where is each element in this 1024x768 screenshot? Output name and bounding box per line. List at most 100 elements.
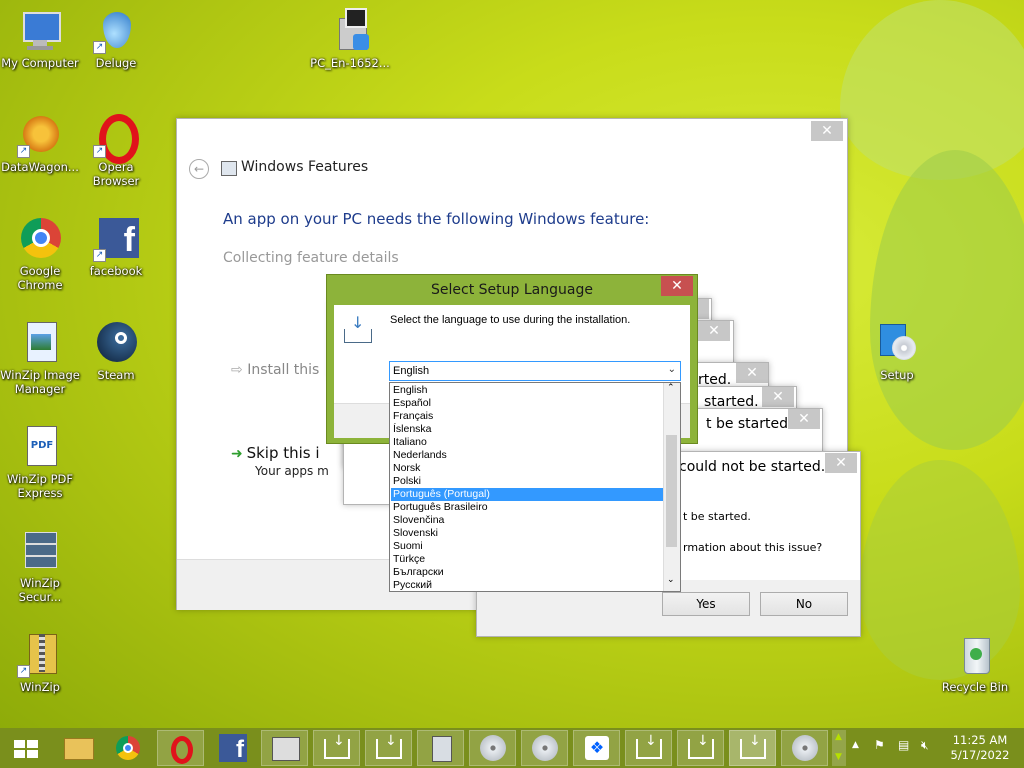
language-option[interactable]: Slovenčina: [391, 514, 665, 527]
opera-icon: ↗: [93, 112, 139, 164]
language-option[interactable]: Español: [391, 397, 665, 410]
taskbar-setup-2[interactable]: ↓: [365, 730, 412, 766]
language-option[interactable]: Türkçe: [391, 553, 665, 566]
taskbar-disc-2[interactable]: [521, 730, 568, 766]
desktop-icon-label: Google Chrome: [17, 264, 63, 292]
clock[interactable]: 11:25 AM 5/17/2022: [944, 733, 1016, 763]
taskbar-opera[interactable]: [157, 730, 204, 766]
language-option[interactable]: Norsk: [391, 462, 665, 475]
back-arrow-icon[interactable]: ←: [189, 159, 209, 179]
language-option[interactable]: Български: [391, 566, 665, 579]
windows-logo-icon: [14, 740, 38, 758]
desktop-icon-deluge[interactable]: ↗ Deluge: [76, 8, 156, 70]
close-button[interactable]: ✕: [762, 387, 794, 407]
download-icon: ↓: [344, 315, 372, 343]
language-option[interactable]: Português (Portugal): [391, 488, 665, 501]
volume-muted-icon[interactable]: 🔇︎: [921, 738, 937, 752]
scroll-up-icon[interactable]: ⌃: [667, 383, 675, 393]
desktop-icon-pc-en[interactable]: PC_En-1652...: [310, 8, 390, 70]
taskbar-chrome[interactable]: [105, 730, 152, 766]
language-option[interactable]: Slovenski: [391, 527, 665, 540]
skip-option[interactable]: ➜ Skip this i Your apps m: [231, 444, 329, 478]
desktop-icon-label: WinZip: [20, 680, 60, 694]
language-listbox[interactable]: English Español Français Íslenska Italiano Ne…: [389, 382, 681, 592]
folder-icon: [64, 738, 94, 760]
taskbar-setup-1[interactable]: ↓: [313, 730, 360, 766]
action-center-flag-icon[interactable]: ⚑: [874, 738, 888, 752]
language-option[interactable]: Íslenska: [391, 423, 665, 436]
taskbar-dropbox[interactable]: ❖: [573, 730, 620, 766]
taskbar-archive[interactable]: [417, 730, 464, 766]
language-option[interactable]: Nederlands: [391, 449, 665, 462]
arrow-right-icon: ⇨: [231, 362, 243, 378]
language-option[interactable]: Français: [391, 410, 665, 423]
clock-time: 11:25 AM: [952, 733, 1008, 747]
close-button[interactable]: ✕: [825, 453, 857, 473]
language-option[interactable]: Italiano: [391, 436, 665, 449]
install-option[interactable]: ⇨ Install this: [231, 362, 319, 378]
disc-icon: [480, 735, 506, 761]
language-option[interactable]: Português Brasileiro: [391, 501, 665, 514]
desktop-icon-steam[interactable]: Steam: [76, 320, 156, 382]
error-question: rmation about this issue?: [683, 541, 823, 554]
close-button[interactable]: ✕: [788, 409, 820, 429]
close-button[interactable]: ✕: [661, 276, 693, 296]
setup-icon: [874, 320, 920, 366]
opera-icon: [171, 736, 193, 764]
desktop-icon-my-computer[interactable]: My Computer: [0, 8, 80, 70]
desktop-icon-label: Deluge: [95, 56, 137, 70]
close-button[interactable]: ✕: [736, 363, 768, 383]
language-option[interactable]: Suomi: [391, 540, 665, 553]
desktop-icon-label: WinZip Image Manager: [0, 368, 80, 396]
winzip-icon: ↗: [17, 632, 63, 678]
scrollbar-thumb[interactable]: [666, 435, 677, 547]
desktop-icon-winzip[interactable]: ↗ WinZip: [0, 632, 80, 694]
taskbar-setup-4[interactable]: ↓: [677, 730, 724, 766]
installer-icon: [327, 8, 373, 54]
installer-icon: [272, 737, 300, 761]
language-option[interactable]: Русский: [391, 579, 665, 591]
language-select[interactable]: English ⌄: [389, 361, 681, 381]
chevron-down-icon[interactable]: ⌄: [668, 364, 676, 375]
taskbar-facebook[interactable]: f: [209, 730, 256, 766]
language-option[interactable]: Polski: [391, 475, 665, 488]
chrome-icon: [17, 216, 63, 262]
install-label: Install this: [247, 362, 320, 378]
error-title: could not be started.: [679, 459, 826, 475]
desktop-icon-winzip-pdf[interactable]: PDF WinZip PDF Express: [0, 424, 80, 500]
desktop-icon-datawagon[interactable]: ↗ DataWagon...: [0, 112, 80, 174]
desktop-icon-winzip-secure[interactable]: WinZip Secur...: [0, 528, 80, 604]
show-hidden-icons-button[interactable]: ▲: [852, 740, 859, 750]
close-button[interactable]: ✕: [811, 121, 843, 141]
taskbar-installer[interactable]: [261, 730, 308, 766]
network-icon[interactable]: ▤: [898, 738, 914, 752]
taskbar-scroll[interactable]: ▲ ▼: [832, 730, 846, 766]
shortcut-arrow-icon: ↗: [93, 145, 106, 158]
desktop-icon-chrome[interactable]: Google Chrome: [0, 216, 80, 292]
taskbar-disc-1[interactable]: [469, 730, 516, 766]
close-button[interactable]: ✕: [698, 321, 730, 341]
language-option[interactable]: English: [391, 384, 665, 397]
taskbar-setup-5-active[interactable]: ↓: [729, 730, 776, 766]
taskbar-file-explorer[interactable]: [54, 730, 101, 766]
desktop-icon-facebook[interactable]: f ↗ facebook: [76, 216, 156, 278]
shortcut-arrow-icon: ↗: [93, 249, 106, 262]
scroll-down-icon[interactable]: ⌄: [667, 575, 675, 585]
no-button[interactable]: No: [760, 592, 848, 616]
desktop-icon-setup[interactable]: Setup: [857, 320, 937, 382]
desktop-icon-opera[interactable]: ↗ Opera Browser: [76, 112, 156, 188]
desktop-icon-label: Recycle Bin: [941, 680, 1009, 694]
desktop-icon-recycle-bin[interactable]: Recycle Bin: [935, 632, 1015, 694]
scrollbar[interactable]: ⌃ ⌄: [663, 383, 680, 591]
taskbar-disc-3[interactable]: [781, 730, 828, 766]
desktop-icon-winzip-image-manager[interactable]: WinZip Image Manager: [0, 320, 80, 396]
recycle-bin-icon: [952, 632, 998, 678]
winzip-image-icon: [17, 320, 63, 366]
winzip-secure-icon: [17, 528, 63, 574]
disc-icon: [792, 735, 818, 761]
window-features-icon: [221, 161, 237, 176]
yes-button[interactable]: Yes: [662, 592, 750, 616]
error-message: t be started.: [706, 416, 793, 432]
taskbar-setup-3[interactable]: ↓: [625, 730, 672, 766]
start-button[interactable]: [6, 732, 46, 764]
